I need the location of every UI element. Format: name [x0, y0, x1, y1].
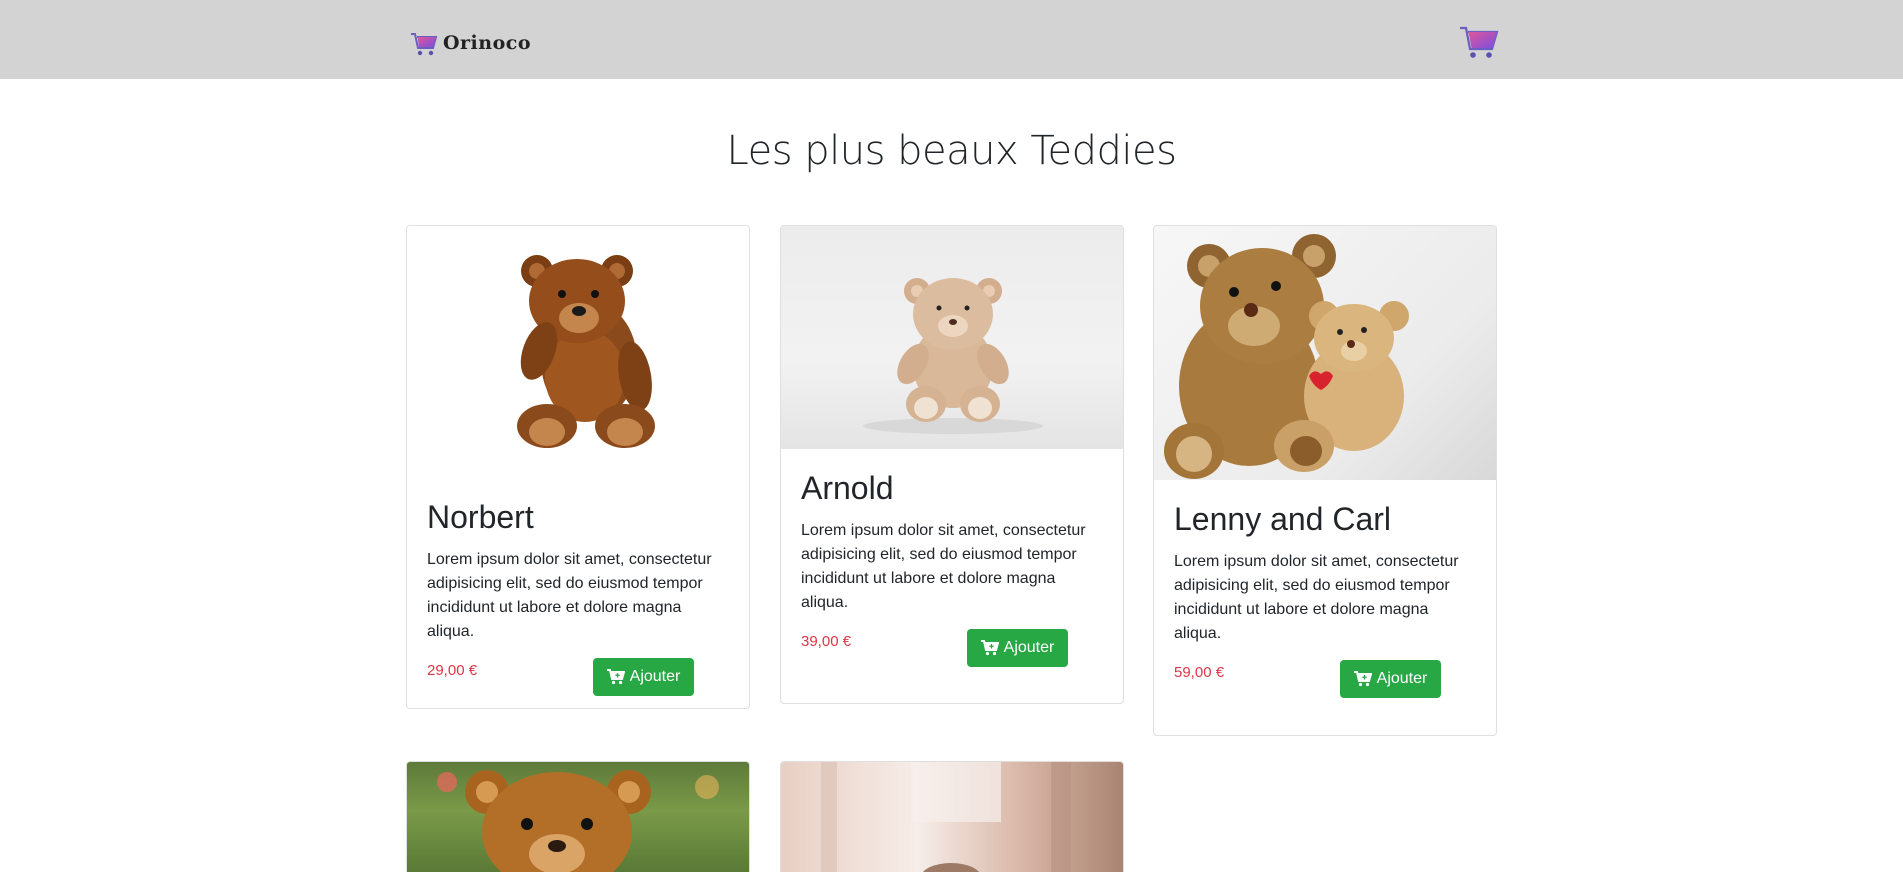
card-body: Norbert Lorem ipsum dolor sit amet, cons… [407, 478, 749, 708]
cart-plus-icon [980, 640, 999, 656]
product-image [407, 762, 749, 872]
cart-plus-icon [1353, 671, 1372, 687]
product-price: 59,00 € [1174, 664, 1225, 682]
navbar: Orinoco [0, 0, 1903, 79]
product-name: Arnold [801, 470, 894, 506]
teddy-bear-image [821, 762, 1071, 872]
product-image [407, 226, 749, 478]
page-title: Les plus beaux Teddies [726, 128, 1178, 174]
brand-link[interactable]: Orinoco [409, 27, 531, 59]
add-to-cart-label: Ajouter [1376, 670, 1428, 688]
add-to-cart-button[interactable]: Ajouter [967, 629, 1068, 668]
product-description: Lorem ipsum dolor sit amet, consectetur … [1174, 553, 1459, 643]
teddy-bear-image [1164, 234, 1409, 479]
cart-button[interactable] [1458, 24, 1500, 60]
product-card: Arnold Lorem ipsum dolor sit amet, conse… [780, 225, 1124, 704]
brand-name: Orinoco [443, 32, 532, 54]
shopping-cart-icon [1460, 26, 1499, 58]
product-card: Lenny and Carl Lorem ipsum dolor sit ame… [1153, 225, 1497, 736]
product-name: Norbert [427, 499, 534, 535]
card-footer: 59,00 € Ajouter [1174, 656, 1476, 699]
add-to-cart-label: Ajouter [629, 668, 681, 686]
add-to-cart-label: Ajouter [1003, 639, 1055, 657]
product-image [781, 226, 1123, 449]
product-description: Lorem ipsum dolor sit amet, consectetur … [801, 522, 1086, 612]
product-price: 29,00 € [427, 662, 478, 680]
card-footer: 29,00 € Ajouter [427, 654, 729, 697]
product-card [780, 761, 1124, 872]
product-card [406, 761, 750, 872]
teddy-bear-image [517, 255, 655, 448]
product-name: Lenny and Carl [1174, 501, 1392, 537]
product-image [781, 762, 1123, 872]
teddy-bear-image [437, 770, 719, 872]
product-image [1154, 226, 1496, 480]
product-card: Norbert Lorem ipsum dolor sit amet, cons… [406, 225, 750, 709]
card-body: Lenny and Carl Lorem ipsum dolor sit ame… [1154, 480, 1496, 716]
cart-plus-icon [606, 669, 625, 685]
add-to-cart-button[interactable]: Ajouter [1340, 660, 1441, 699]
card-footer: 39,00 € Ajouter [801, 625, 1103, 668]
add-to-cart-button[interactable]: Ajouter [593, 658, 694, 697]
card-body: Arnold Lorem ipsum dolor sit amet, conse… [781, 449, 1123, 685]
teddy-bear-image [863, 278, 1043, 434]
product-price: 39,00 € [801, 633, 852, 651]
product-description: Lorem ipsum dolor sit amet, consectetur … [427, 551, 712, 641]
shopping-cart-icon [411, 33, 438, 56]
